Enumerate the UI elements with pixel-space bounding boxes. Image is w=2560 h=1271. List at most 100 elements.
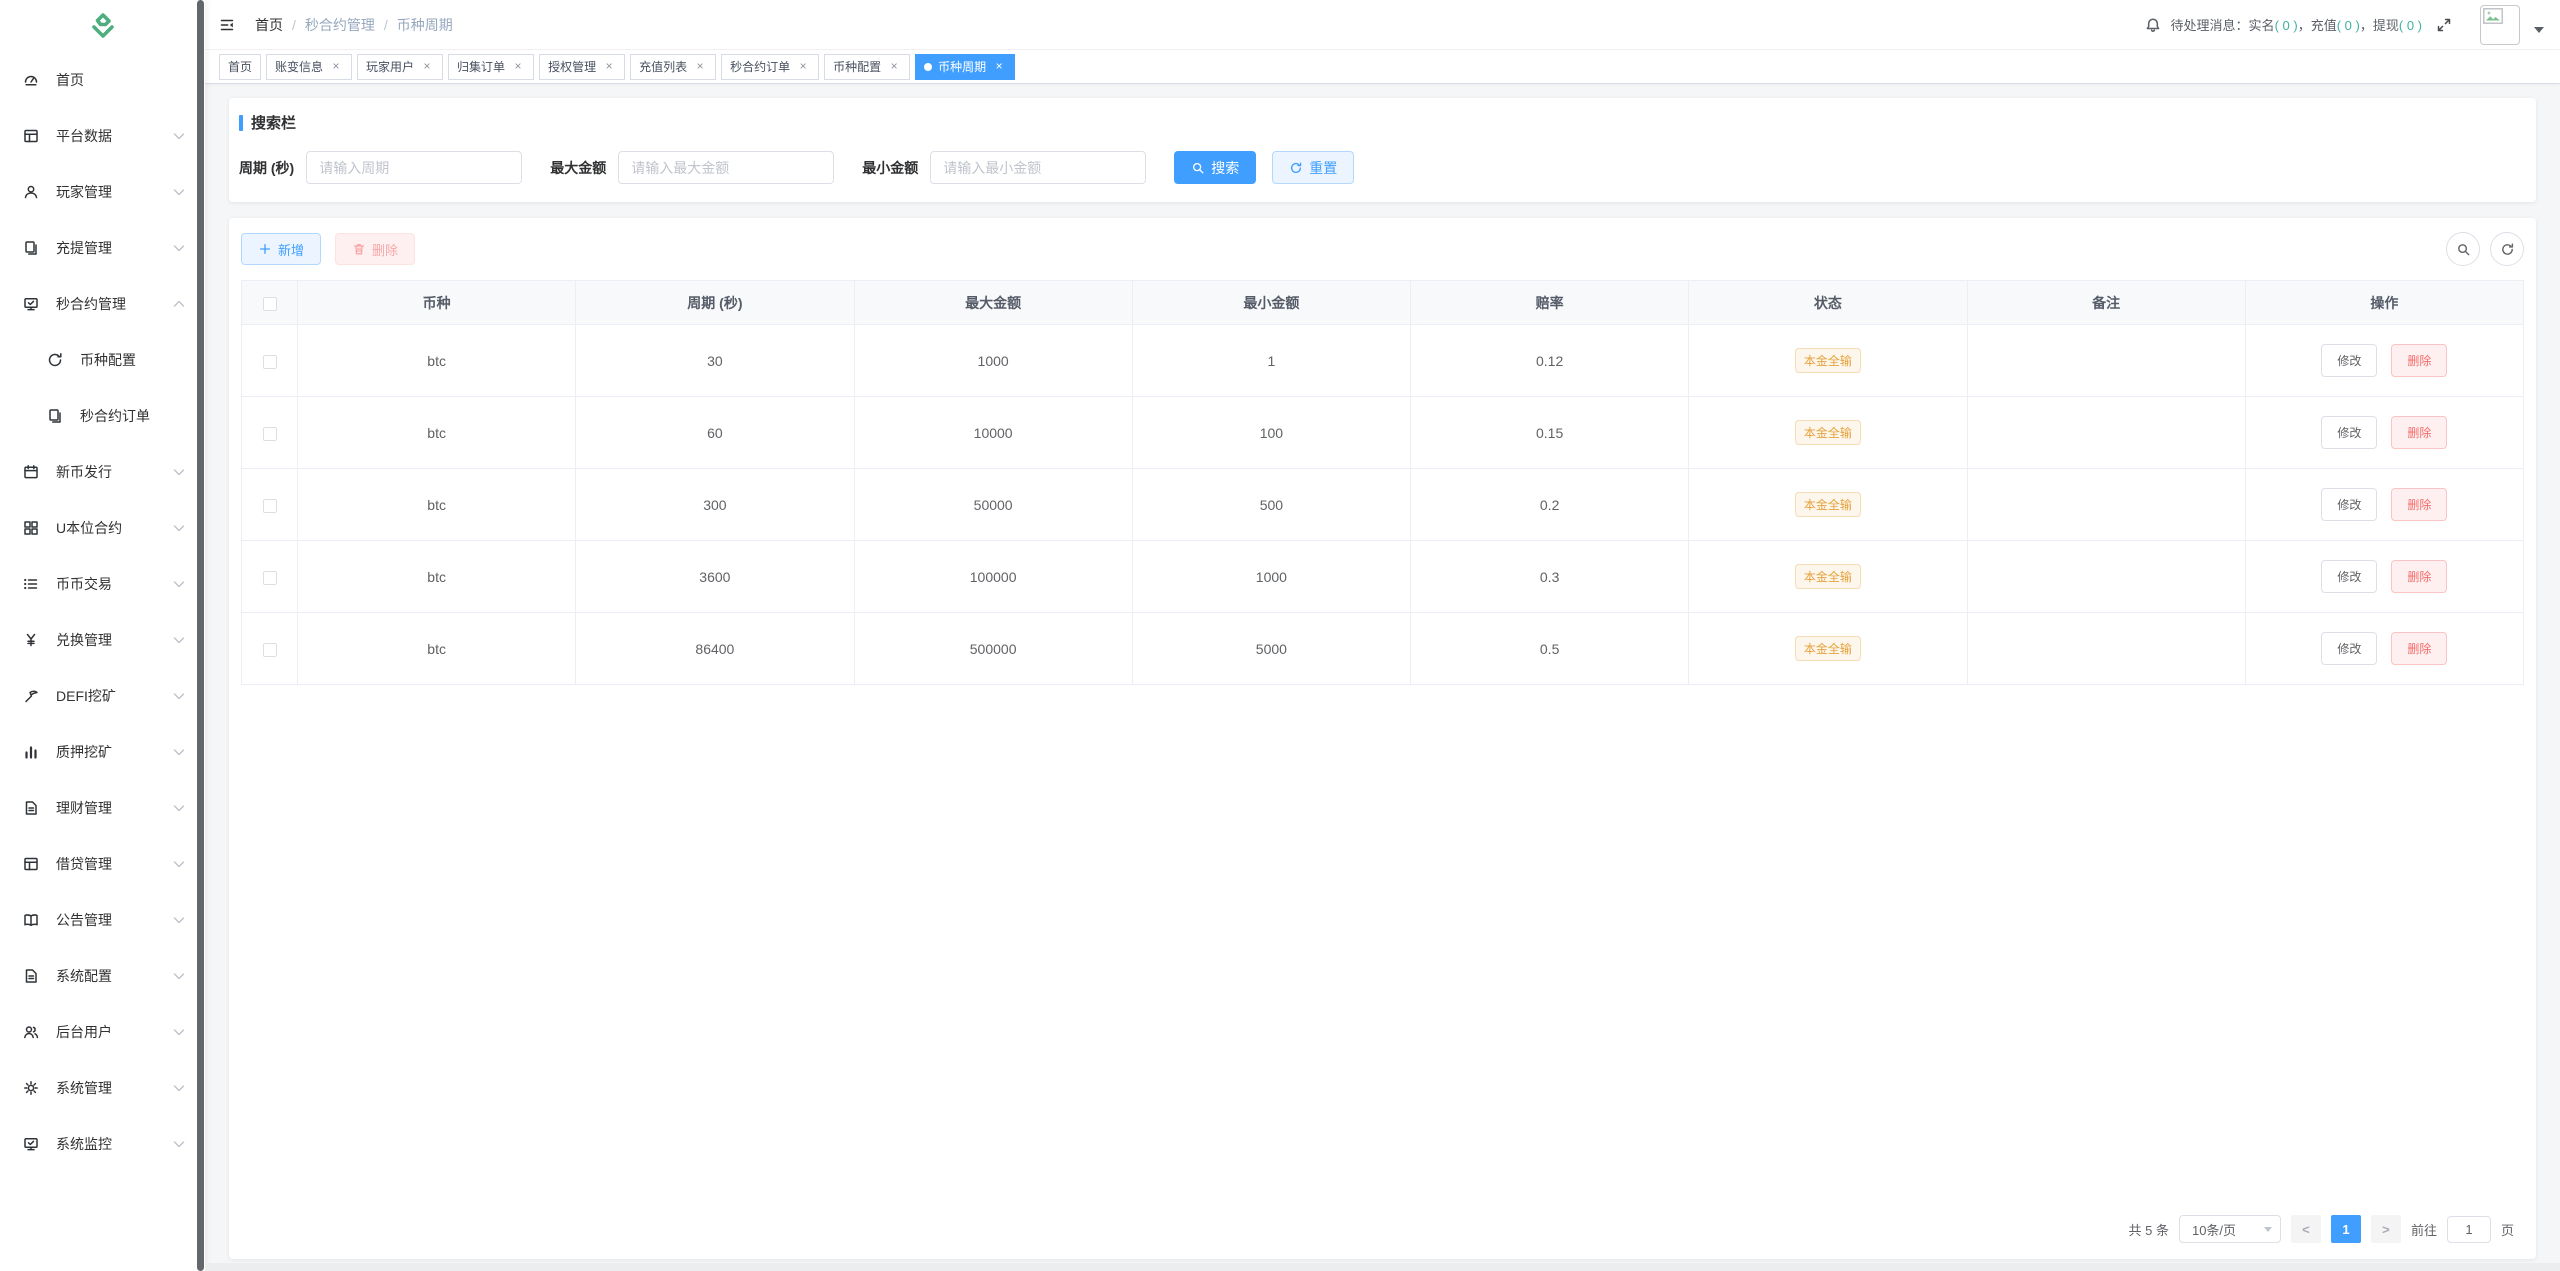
select-all-checkbox[interactable] <box>262 296 277 311</box>
avatar[interactable] <box>2480 4 2520 45</box>
tab-coin-period-active[interactable]: 币种周期 × <box>915 53 1016 80</box>
close-icon[interactable]: × <box>693 59 707 74</box>
toggle-search-button[interactable] <box>2446 232 2480 266</box>
tab-home[interactable]: 首页 <box>219 53 262 80</box>
sidebar-item-label: 系统监控 <box>56 1136 112 1152</box>
min-amount-input[interactable] <box>930 151 1147 184</box>
sidebar-item-system-monitor[interactable]: 系统监控 <box>0 1116 205 1172</box>
close-icon[interactable]: × <box>796 59 810 74</box>
sidebar-item-new-coin[interactable]: 新币发行 <box>0 444 205 500</box>
sidebar-item-wealth-mgmt[interactable]: 理财管理 <box>0 780 205 836</box>
delete-button[interactable]: 删除 <box>2391 560 2448 593</box>
bulk-delete-button[interactable]: 删除 <box>335 233 416 265</box>
delete-button[interactable]: 删除 <box>2391 416 2448 449</box>
edit-button[interactable]: 修改 <box>2321 344 2378 377</box>
sidebar-item-seconds-orders[interactable]: 秒合约订单 <box>0 388 205 444</box>
delete-button[interactable]: 删除 <box>2391 488 2448 521</box>
sidebar-item-seconds-contract[interactable]: 秒合约管理 <box>0 276 205 332</box>
close-icon[interactable]: × <box>602 59 616 74</box>
row-checkbox[interactable] <box>262 642 277 657</box>
refresh-table-button[interactable] <box>2490 232 2524 266</box>
cell-period: 86400 <box>575 612 855 685</box>
delete-button[interactable]: 删除 <box>2391 344 2448 377</box>
sidebar-item-home[interactable]: 首页 <box>0 52 205 108</box>
period-input[interactable] <box>306 151 523 184</box>
close-icon[interactable]: × <box>887 59 901 74</box>
row-checkbox[interactable] <box>262 426 277 441</box>
grid-icon <box>22 519 40 537</box>
chevron-down-icon <box>171 128 187 144</box>
sidebar-item-player-mgmt[interactable]: 玩家管理 <box>0 164 205 220</box>
sidebar-item-admin-users[interactable]: 后台用户 <box>0 1004 205 1060</box>
sidebar-item-platform-data[interactable]: 平台数据 <box>0 108 205 164</box>
search-button[interactable]: 搜索 <box>1174 151 1257 184</box>
breadcrumb-section: 秒合约管理 <box>304 16 375 33</box>
chevron-down-icon <box>171 856 187 872</box>
cell-remark <box>1966 468 2246 541</box>
sidebar-scrollbar[interactable] <box>197 0 204 1271</box>
tab-collection-orders[interactable]: 归集订单 × <box>448 53 535 80</box>
tab-account-changes[interactable]: 账变信息 × <box>266 53 353 80</box>
max-amount-input[interactable] <box>618 151 835 184</box>
row-checkbox[interactable] <box>262 354 277 369</box>
prev-page-button[interactable]: < <box>2290 1215 2321 1243</box>
close-icon[interactable]: × <box>992 59 1006 74</box>
sidebar-item-staking-mining[interactable]: 质押挖矿 <box>0 724 205 780</box>
app-logo[interactable] <box>0 0 205 50</box>
sidebar-item-coin-config[interactable]: 币种配置 <box>0 332 205 388</box>
close-icon[interactable]: × <box>420 59 434 74</box>
tab-player-users[interactable]: 玩家用户 × <box>357 53 444 80</box>
sidebar-item-exchange[interactable]: 兑换管理 <box>0 612 205 668</box>
data-table: 币种 周期 (秒) 最大金额 最小金额 赔率 状态 备注 操作 btc 30 1… <box>241 280 2525 685</box>
next-page-button[interactable]: > <box>2370 1215 2401 1243</box>
close-icon[interactable]: × <box>329 59 343 74</box>
goto-page-input[interactable] <box>2446 1215 2491 1243</box>
spreadsheet-icon <box>22 127 40 145</box>
tab-coin-config[interactable]: 币种配置 × <box>824 53 911 80</box>
row-checkbox[interactable] <box>262 570 277 585</box>
sidebar-item-label: 质押挖矿 <box>56 744 112 760</box>
horizontal-scrollbar[interactable] <box>205 1263 2560 1271</box>
edit-button[interactable]: 修改 <box>2321 488 2378 521</box>
row-checkbox[interactable] <box>262 498 277 513</box>
reset-button[interactable]: 重置 <box>1272 151 1355 184</box>
pending-kyc-count: ( 0 ) <box>2274 18 2298 33</box>
add-button[interactable]: 新增 <box>241 233 322 265</box>
gauge-icon <box>22 71 40 89</box>
sidebar-item-label: DEFI挖矿 <box>56 688 116 704</box>
pending-message[interactable]: 待处理消息：实名( 0 )，充值( 0 )，提现( 0 ) <box>2171 15 2422 34</box>
edit-button[interactable]: 修改 <box>2321 632 2378 665</box>
tab-auth-mgmt[interactable]: 授权管理 × <box>539 53 626 80</box>
sidebar-toggle-button[interactable] <box>219 15 239 35</box>
close-icon[interactable]: × <box>511 59 525 74</box>
sidebar-item-system-mgmt[interactable]: 系统管理 <box>0 1060 205 1116</box>
sidebar-item-usdt-contract[interactable]: U本位合约 <box>0 500 205 556</box>
sidebar-item-defi-mining[interactable]: DEFI挖矿 <box>0 668 205 724</box>
chevron-down-icon <box>171 576 187 592</box>
delete-button[interactable]: 删除 <box>2391 632 2448 665</box>
cell-period: 30 <box>575 324 855 397</box>
fullscreen-icon[interactable] <box>2436 17 2452 33</box>
tab-deposit-list[interactable]: 充值列表 × <box>630 53 717 80</box>
tab-label: 归集订单 <box>457 60 506 74</box>
search-icon <box>2457 243 2469 255</box>
status-badge: 本金全输 <box>1794 348 1861 373</box>
breadcrumb-home[interactable]: 首页 <box>255 15 283 35</box>
sidebar-item-announcement[interactable]: 公告管理 <box>0 892 205 948</box>
tab-seconds-orders[interactable]: 秒合约订单 × <box>721 53 820 80</box>
edit-button[interactable]: 修改 <box>2321 560 2378 593</box>
chevron-up-icon <box>171 296 187 312</box>
page-size-select[interactable]: 10条/页 <box>2178 1215 2281 1243</box>
cell-remark <box>1966 540 2246 613</box>
sidebar-item-deposit-withdraw[interactable]: 充提管理 <box>0 220 205 276</box>
page-1-button[interactable]: 1 <box>2330 1215 2361 1243</box>
bell-icon[interactable] <box>2145 17 2161 33</box>
edit-button[interactable]: 修改 <box>2321 416 2378 449</box>
sidebar-item-spot-trade[interactable]: 币币交易 <box>0 556 205 612</box>
sidebar-item-system-config[interactable]: 系统配置 <box>0 948 205 1004</box>
avatar-dropdown-caret[interactable] <box>2534 26 2544 33</box>
chevron-down-icon <box>2263 1226 2272 1232</box>
page-size-value: 10条/页 <box>2191 1222 2237 1238</box>
table-row: btc 3600 100000 1000 0.3 本金全输 修改 删除 <box>241 540 2525 613</box>
sidebar-item-lending-mgmt[interactable]: 借贷管理 <box>0 836 205 892</box>
